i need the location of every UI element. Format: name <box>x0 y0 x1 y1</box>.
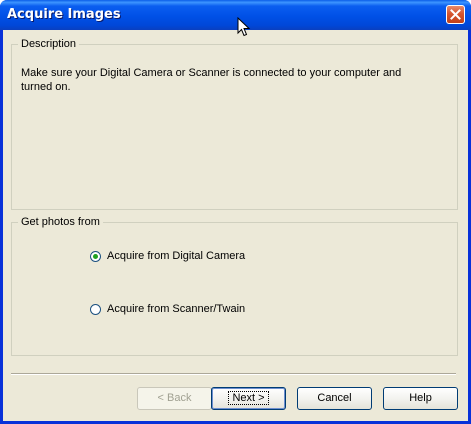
acquire-from-scanner-option[interactable]: Acquire from Scanner/Twain <box>90 303 245 315</box>
get-photos-from-group: Get photos from <box>11 216 458 356</box>
acquire-from-camera-option[interactable]: Acquire from Digital Camera <box>90 250 245 262</box>
camera-radio-button[interactable] <box>90 250 101 262</box>
scanner-radio-button[interactable] <box>90 303 101 315</box>
button-separator <box>11 373 456 375</box>
description-legend: Description <box>21 38 77 50</box>
scanner-option-label: Acquire from Scanner/Twain <box>107 303 246 315</box>
get-photos-legend: Get photos from <box>21 216 100 228</box>
camera-option-label: Acquire from Digital Camera <box>107 250 246 262</box>
next-button[interactable]: Next > <box>211 387 286 410</box>
window-title: Acquire Images <box>7 7 121 22</box>
description-group: Description <box>11 38 458 210</box>
next-button-label: Next > <box>228 391 269 405</box>
help-button[interactable]: Help <box>383 387 458 410</box>
mouse-cursor-icon <box>237 17 251 37</box>
cancel-button[interactable]: Cancel <box>297 387 372 410</box>
title-bar[interactable]: Acquire Images <box>0 0 471 30</box>
description-text: Make sure your Digital Camera or Scanner… <box>21 67 402 93</box>
close-button[interactable] <box>446 5 465 24</box>
back-button[interactable]: < Back <box>137 387 212 410</box>
close-icon <box>450 9 461 20</box>
